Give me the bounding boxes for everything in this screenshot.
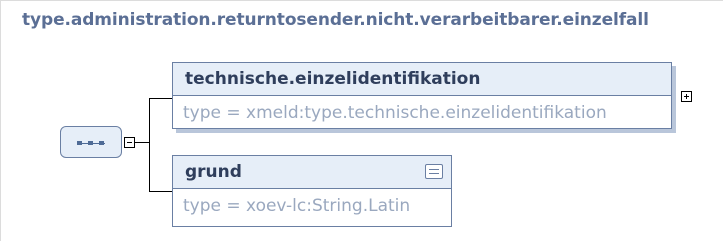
connector-branch-2 bbox=[149, 191, 172, 192]
sequence-icon bbox=[77, 141, 105, 145]
expand-toggle-icon[interactable] bbox=[681, 91, 692, 102]
element-header: technische.einzelidentifikation bbox=[173, 63, 671, 96]
element-grund[interactable]: grund type = xoev-lc:String.Latin bbox=[172, 155, 452, 227]
element-name: grund bbox=[185, 162, 242, 182]
diagram-title: type.administration.returntosender.nicht… bbox=[22, 10, 649, 30]
element-name: technische.einzelidentifikation bbox=[185, 69, 481, 89]
element-header: grund bbox=[173, 156, 451, 189]
documentation-icon[interactable] bbox=[425, 164, 443, 179]
connector-line bbox=[135, 142, 149, 143]
sequence-compositor[interactable] bbox=[60, 126, 122, 158]
connector-branch-1 bbox=[149, 98, 172, 99]
element-type: type = xmeld:type.technische.einzelident… bbox=[183, 103, 607, 123]
connector-vertical bbox=[149, 98, 150, 191]
element-type: type = xoev-lc:String.Latin bbox=[183, 196, 411, 216]
element-technische-einzelidentifikation[interactable]: technische.einzelidentifikation type = x… bbox=[172, 62, 672, 129]
collapse-toggle-icon[interactable] bbox=[124, 137, 135, 148]
